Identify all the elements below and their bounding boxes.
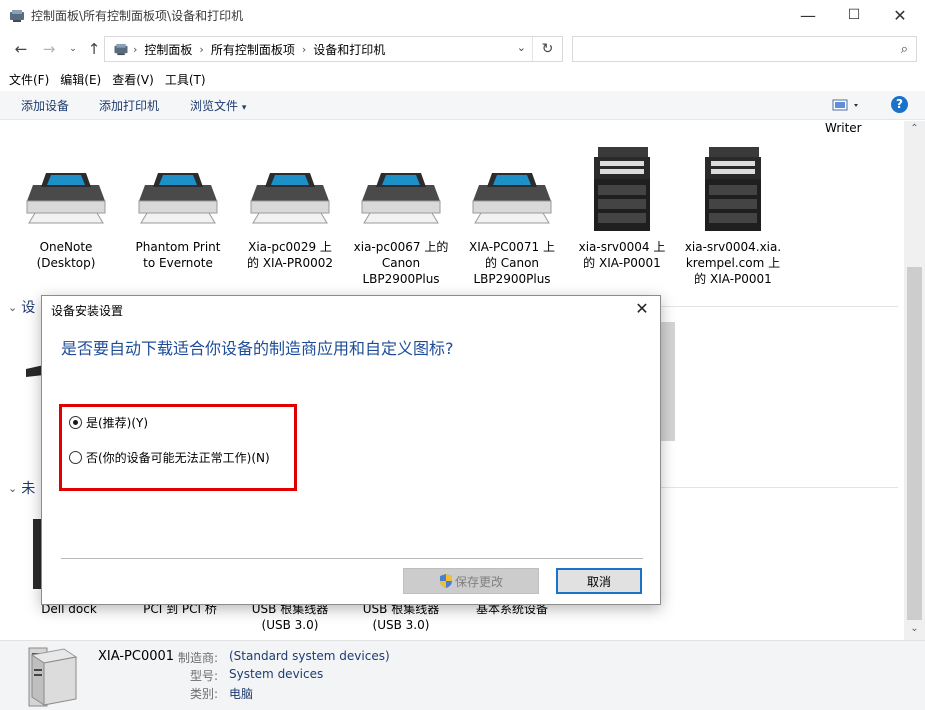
device-item[interactable]: OneNote (Desktop) — [11, 157, 121, 271]
copier-icon — [594, 147, 650, 231]
title-bar: 控制面板\所有控制面板项\设备和打印机 — ☐ ✕ — [0, 0, 925, 32]
add-device-button[interactable]: 添加设备 — [21, 97, 69, 114]
breadcrumb-separator-icon[interactable]: › — [302, 43, 306, 56]
device-item[interactable]: XIA-PC0071 上 的 Canon LBP2900Plus — [457, 157, 567, 287]
help-icon[interactable]: ? — [891, 96, 908, 113]
control-panel-icon — [114, 43, 128, 56]
section-header-devices[interactable]: ⌄ 设 — [8, 297, 35, 317]
address-dropdown-icon[interactable]: ⌄ — [517, 41, 526, 54]
menu-edit[interactable]: 编辑(E) — [60, 71, 101, 88]
chevron-down-icon: ⌄ — [8, 300, 18, 314]
cancel-button[interactable]: 取消 — [556, 568, 642, 594]
radio-button-checked[interactable] — [69, 416, 82, 429]
refresh-icon[interactable]: ↻ — [532, 37, 562, 61]
vertical-scrollbar[interactable]: ⌃ ⌄ — [904, 121, 925, 640]
details-pane: XIA-PC0001 制造商: (Standard system devices… — [0, 640, 925, 710]
dropdown-arrow-icon: ▾ — [241, 103, 247, 113]
section-divider — [660, 306, 898, 307]
device-label: USB 根集线器 (USB 3.0) — [251, 602, 329, 632]
printer-icon — [361, 173, 441, 224]
device-item[interactable]: Phantom Print to Evernote — [123, 157, 233, 271]
breadcrumb-devices-printers[interactable]: 设备和打印机 — [313, 41, 385, 58]
option-no-radio[interactable]: 否(你的设备可能无法正常工作)(N) — [69, 449, 270, 466]
detail-category: 类别: 电脑 — [189, 687, 254, 701]
device-label: USB 根集线器 (USB 3.0) — [362, 602, 440, 632]
device-item[interactable]: xia-srv0004.xia. krempel.com 上 的 XIA-P00… — [678, 145, 788, 287]
radio-button[interactable] — [69, 451, 82, 464]
option-yes-label[interactable]: 是(推荐)(Y) — [86, 414, 148, 431]
detail-model: 型号: System devices — [189, 667, 324, 683]
close-button[interactable]: ✕ — [877, 0, 923, 30]
partial-device-icon — [33, 519, 41, 589]
address-bar[interactable]: › 控制面板 › 所有控制面板项 › 设备和打印机 ⌄ ↻ — [104, 36, 563, 62]
device-item[interactable]: xia-srv0004 上 的 XIA-P0001 — [567, 145, 677, 271]
partial-device-label: Writer — [825, 121, 862, 135]
breadcrumb-all-items[interactable]: 所有控制面板项 — [211, 41, 295, 58]
printer-icon — [26, 173, 106, 224]
printer-icon — [472, 173, 552, 224]
control-panel-icon — [10, 10, 24, 22]
scrollbar-thumb[interactable] — [907, 267, 922, 620]
change-view-icon[interactable] — [832, 98, 862, 112]
device-item[interactable]: USB 根集线器 (USB 3.0) — [235, 601, 345, 633]
printer-icon — [138, 173, 218, 224]
menu-tools[interactable]: 工具(T) — [165, 71, 206, 88]
menu-view[interactable]: 查看(V) — [112, 71, 154, 88]
save-changes-button[interactable]: 保存更改 — [403, 568, 539, 594]
breadcrumb-separator-icon[interactable]: › — [199, 43, 203, 56]
device-label: OneNote (Desktop) — [36, 240, 96, 270]
add-printer-button[interactable]: 添加打印机 — [99, 97, 159, 114]
scroll-down-icon[interactable]: ⌄ — [904, 623, 925, 634]
minimize-button[interactable]: — — [785, 0, 831, 30]
device-label: Phantom Print to Evernote — [135, 240, 221, 270]
device-label: xia-srv0004.xia. krempel.com 上 的 XIA-P00… — [684, 240, 782, 286]
search-input[interactable]: ⌕ — [572, 36, 917, 62]
dialog-question: 是否要自动下载适合你设备的制造商应用和自定义图标? — [61, 339, 454, 358]
menu-file[interactable]: 文件(F) — [9, 71, 49, 88]
navigation-bar: ← → ⌄ ↑ › 控制面板 › 所有控制面板项 › 设备和打印机 ⌄ ↻ ⌕ — [0, 32, 925, 66]
search-icon[interactable]: ⌕ — [901, 42, 908, 57]
forward-arrow-icon[interactable]: → — [38, 38, 60, 60]
device-label: XIA-PC0071 上 的 Canon LBP2900Plus — [468, 240, 555, 286]
copier-icon — [705, 147, 761, 231]
scroll-up-icon[interactable]: ⌃ — [904, 123, 925, 134]
uac-shield-icon — [439, 574, 452, 588]
chevron-down-icon: ⌄ — [8, 481, 18, 495]
breadcrumb-separator-icon: › — [133, 43, 138, 56]
command-bar: 添加设备 添加打印机 浏览文件 ▾ ? — [0, 91, 925, 120]
recent-locations-chevron-icon[interactable]: ⌄ — [64, 38, 82, 60]
detail-manufacturer: 制造商: (Standard system devices) — [177, 649, 390, 665]
device-label: xia-srv0004 上 的 XIA-P0001 — [578, 240, 666, 270]
device-item[interactable]: Xia-pc0029 上 的 XIA-PR0002 — [235, 157, 345, 271]
maximize-button[interactable]: ☐ — [831, 0, 877, 30]
up-arrow-icon[interactable]: ↑ — [84, 38, 104, 60]
device-installation-settings-dialog: 设备安装设置 ✕ 是否要自动下载适合你设备的制造商应用和自定义图标? 是(推荐)… — [41, 295, 661, 605]
breadcrumb: › 控制面板 › 所有控制面板项 › 设备和打印机 — [113, 41, 385, 58]
breadcrumb-control-panel[interactable]: 控制面板 — [144, 41, 192, 58]
devices-and-printers-window: 控制面板\所有控制面板项\设备和打印机 — ☐ ✕ ← → ⌄ ↑ › 控制面板… — [0, 0, 925, 710]
section-header-unspecified[interactable]: ⌄ 未 — [8, 478, 35, 498]
browse-files-button[interactable]: 浏览文件 ▾ — [190, 97, 246, 114]
section-divider — [660, 487, 898, 488]
partial-device-icon — [661, 322, 675, 441]
dialog-separator — [61, 558, 643, 559]
device-item[interactable]: USB 根集线器 (USB 3.0) — [346, 601, 456, 633]
dialog-close-icon[interactable]: ✕ — [628, 298, 656, 320]
printer-icon — [250, 173, 330, 224]
window-title: 控制面板\所有控制面板项\设备和打印机 — [31, 9, 244, 23]
menu-bar: 文件(F) 编辑(E) 查看(V) 工具(T) — [0, 68, 925, 90]
device-label: xia-pc0067 上的 Canon LBP2900Plus — [353, 240, 449, 286]
back-arrow-icon[interactable]: ← — [10, 38, 32, 60]
device-label: Xia-pc0029 上 的 XIA-PR0002 — [247, 240, 333, 270]
dialog-title: 设备安装设置 — [51, 304, 124, 318]
option-yes-radio[interactable]: 是(推荐)(Y) — [69, 414, 148, 431]
option-no-label[interactable]: 否(你的设备可能无法正常工作)(N) — [86, 449, 270, 466]
device-item[interactable]: xia-pc0067 上的 Canon LBP2900Plus — [346, 157, 456, 287]
